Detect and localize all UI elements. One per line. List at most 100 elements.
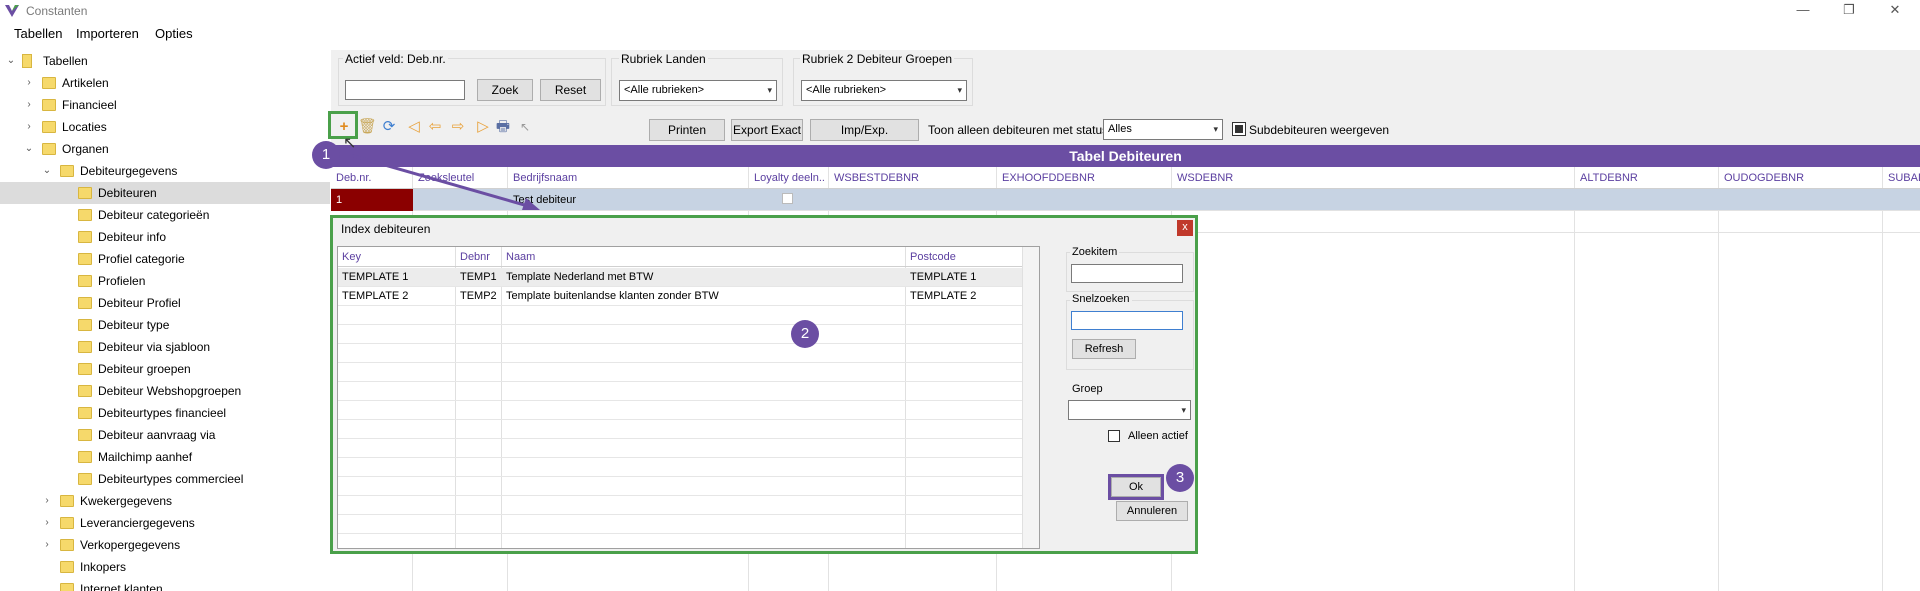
last-record-icon[interactable]: ▷	[474, 118, 492, 136]
column-header-exhoofddebnr[interactable]: EXHOOFDDEBNR	[997, 167, 1172, 189]
ok-button[interactable]: Ok	[1111, 477, 1161, 497]
column-header-altdebnr[interactable]: ALTDEBNR	[1575, 167, 1719, 189]
tree-item-tabellen[interactable]: ⌄ Tabellen	[0, 50, 330, 72]
subdebiteuren-checkbox[interactable]	[1232, 122, 1246, 136]
tree-item[interactable]: Profielen	[0, 270, 330, 292]
dialog-close-button[interactable]: x	[1177, 220, 1193, 236]
chevron-right-icon[interactable]: ›	[40, 490, 54, 512]
tree-item[interactable]: Debiteur via sjabloon	[0, 336, 330, 358]
refresh-icon[interactable]: ⟳	[380, 118, 398, 136]
imp-exp-settings-button[interactable]: Imp/Exp. Instellingen	[810, 119, 919, 157]
chevron-right-icon[interactable]: ›	[40, 534, 54, 556]
app-logo-icon	[5, 5, 19, 17]
minimize-button[interactable]: —	[1788, 2, 1818, 20]
refresh-button[interactable]: Refresh	[1072, 339, 1136, 359]
tree-item[interactable]: › Leveranciergegevens	[0, 512, 330, 534]
tree-item-label: Financieel	[62, 98, 117, 112]
list-item[interactable]	[338, 382, 1022, 401]
list-item[interactable]	[338, 325, 1022, 344]
tree-item[interactable]: ⌄ Debiteurgegevens	[0, 160, 330, 182]
chevron-down-icon[interactable]: ⌄	[40, 160, 54, 182]
search-input[interactable]	[345, 80, 465, 100]
tree-item[interactable]: › Financieel	[0, 94, 330, 116]
delete-icon[interactable]: 🗑	[358, 118, 377, 136]
list-header-key[interactable]: Key	[338, 247, 456, 267]
export-exact-button[interactable]: Export Exact	[731, 119, 803, 141]
list-header-postcode[interactable]: Postcode	[906, 247, 1024, 267]
tree-item[interactable]: Debiteurtypes financieel	[0, 402, 330, 424]
list-item[interactable]	[338, 401, 1022, 420]
groep-select[interactable]: ▾	[1068, 400, 1191, 420]
tree-item[interactable]: Internet klanten	[0, 578, 330, 591]
tree-item[interactable]: Debiteuren	[0, 182, 330, 204]
list-item[interactable]	[338, 458, 1022, 477]
list-item[interactable]: TEMPLATE 2 TEMP2 Template buitenlandse k…	[338, 287, 1022, 306]
chevron-right-icon[interactable]: ›	[22, 72, 36, 94]
tree-item-label: Debiteur Profiel	[98, 296, 181, 310]
print-icon[interactable]: 🖶	[494, 118, 512, 136]
chevron-down-icon[interactable]: ⌄	[4, 50, 18, 72]
tree-item[interactable]: Debiteur info	[0, 226, 330, 248]
column-header-loyalty[interactable]: Loyalty deeln..	[749, 167, 829, 189]
snelzoeken-input[interactable]	[1071, 311, 1183, 330]
cursor-icon[interactable]: ↖	[516, 118, 534, 136]
zoek-button[interactable]: Zoek	[477, 79, 533, 101]
dialog-title: Index debiteuren	[341, 222, 431, 236]
status-select[interactable]: Alles ▾	[1103, 119, 1223, 140]
tree-item[interactable]: ⌄ Organen	[0, 138, 330, 160]
tree-item[interactable]: Debiteur Profiel	[0, 292, 330, 314]
list-item[interactable]: TEMPLATE 1 TEMP1 Template Nederland met …	[338, 268, 1022, 287]
first-record-icon[interactable]: ◁	[405, 118, 423, 136]
annuleren-button[interactable]: Annuleren	[1116, 501, 1188, 521]
zoekitem-label: Zoekitem	[1070, 246, 1120, 258]
tree-item[interactable]: Profiel categorie	[0, 248, 330, 270]
menu-importeren[interactable]: Importeren	[76, 26, 139, 41]
list-item[interactable]	[338, 420, 1022, 439]
list-item[interactable]	[338, 496, 1022, 515]
tree-item[interactable]: › Verkopergegevens	[0, 534, 330, 556]
column-header-subad[interactable]: SUBAD	[1883, 167, 1920, 189]
tree-item[interactable]: Debiteurtypes commercieel	[0, 468, 330, 490]
tree-item-label: Debiteur groepen	[98, 362, 191, 376]
chevron-right-icon[interactable]: ›	[40, 512, 54, 534]
tree-item[interactable]: Debiteur aanvraag via	[0, 424, 330, 446]
tree-item[interactable]: › Artikelen	[0, 72, 330, 94]
list-item[interactable]	[338, 477, 1022, 496]
chevron-down-icon[interactable]: ⌄	[22, 138, 36, 160]
alleen-actief-checkbox[interactable]	[1108, 430, 1120, 442]
tree-item[interactable]: Debiteur categorieën	[0, 204, 330, 226]
tree-item[interactable]: Debiteur Webshopgroepen	[0, 380, 330, 402]
print-button[interactable]: Printen	[649, 119, 725, 141]
list-item[interactable]	[338, 344, 1022, 363]
table-row[interactable]: 1 Test debiteur	[331, 189, 1920, 211]
list-item[interactable]	[338, 363, 1022, 382]
previous-record-icon[interactable]: ⇦	[426, 118, 444, 136]
tree-item[interactable]: › Kwekergegevens	[0, 490, 330, 512]
column-header-wsdebnr[interactable]: WSDEBNR	[1172, 167, 1575, 189]
chevron-right-icon[interactable]: ›	[22, 116, 36, 138]
loyalty-checkbox[interactable]	[782, 193, 793, 204]
restore-button[interactable]: ❐	[1834, 2, 1864, 20]
list-item[interactable]	[338, 439, 1022, 458]
tree-item[interactable]: › Locaties	[0, 116, 330, 138]
menu-tabellen[interactable]: Tabellen	[14, 26, 62, 41]
close-button[interactable]: ✕	[1880, 2, 1910, 20]
tree-item[interactable]: Debiteur groepen	[0, 358, 330, 380]
list-header-debnr[interactable]: Debnr	[456, 247, 502, 267]
rubriek-landen-select[interactable]: <Alle rubrieken> ▾	[619, 80, 777, 101]
next-record-icon[interactable]: ⇨	[449, 118, 467, 136]
column-header-wsbestdebnr[interactable]: WSBESTDEBNR	[829, 167, 997, 189]
list-header-naam[interactable]: Naam	[502, 247, 906, 267]
tree-item[interactable]: Debiteur type	[0, 314, 330, 336]
tree-item[interactable]: Mailchimp aanhef	[0, 446, 330, 468]
list-item[interactable]	[338, 515, 1022, 534]
list-item[interactable]	[338, 306, 1022, 325]
list-scrollbar[interactable]	[1022, 247, 1039, 548]
rubriek2-select[interactable]: <Alle rubrieken> ▾	[801, 80, 967, 101]
column-header-oudogdebnr[interactable]: OUDOGDEBNR	[1719, 167, 1883, 189]
reset-button[interactable]: Reset	[540, 79, 601, 101]
menu-opties[interactable]: Opties	[155, 26, 193, 41]
zoekitem-input[interactable]	[1071, 264, 1183, 283]
chevron-right-icon[interactable]: ›	[22, 94, 36, 116]
tree-item[interactable]: Inkopers	[0, 556, 330, 578]
